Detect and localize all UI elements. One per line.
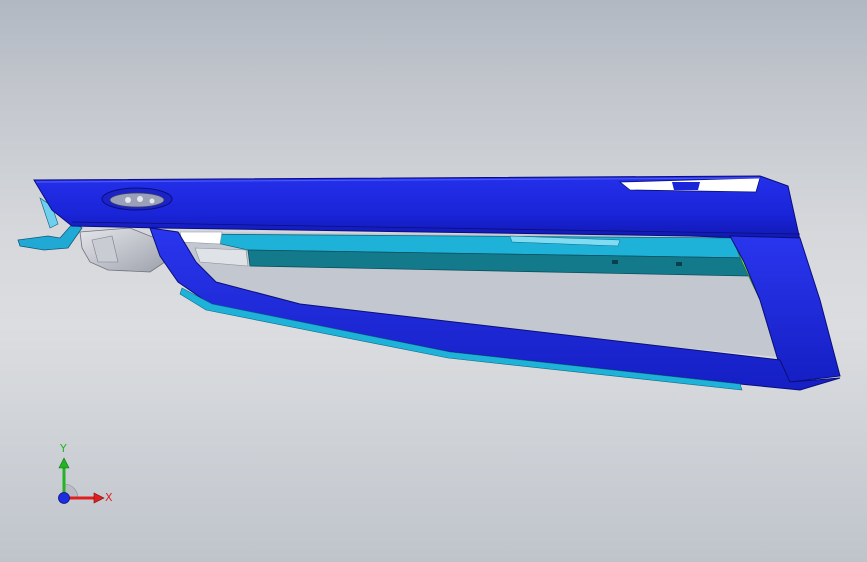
coordinate-triad-icon: Y X [58, 442, 113, 504]
speaker-grille [101, 187, 173, 211]
y-axis-label: Y [59, 442, 67, 455]
z-axis-dot [58, 492, 70, 504]
door-trim-panel-model[interactable] [0, 0, 867, 562]
graphics-viewport[interactable]: Y X [0, 0, 867, 562]
x-axis-label: X [105, 491, 113, 504]
